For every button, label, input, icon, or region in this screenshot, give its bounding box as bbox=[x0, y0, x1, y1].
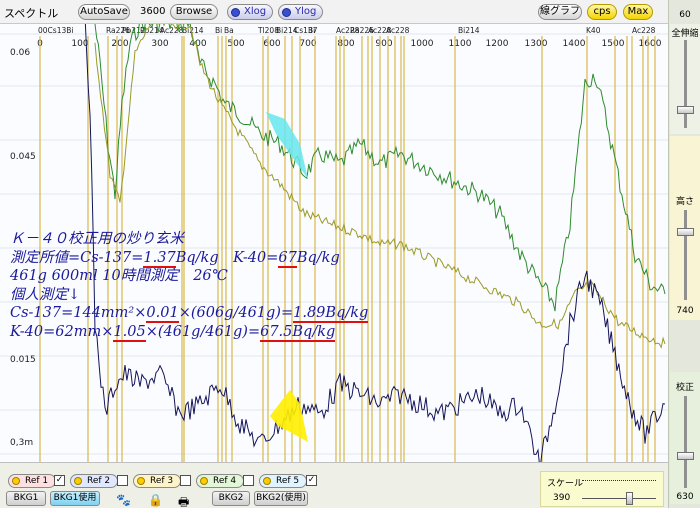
line-graph-button[interactable]: 線グラフ bbox=[538, 4, 582, 20]
ref-1-checkbox[interactable]: ✓ bbox=[54, 475, 65, 486]
y-tick-label: 0.045 bbox=[10, 152, 36, 162]
xlog-label: Xlog bbox=[244, 6, 267, 17]
scale-label: スケール bbox=[547, 479, 584, 489]
zoom-block: 全伸縮 bbox=[670, 24, 700, 134]
x-tick-label: 1100 bbox=[449, 39, 472, 49]
calib-slider[interactable] bbox=[677, 452, 694, 460]
nuclide-label: Bi214 bbox=[458, 26, 480, 35]
radio-icon bbox=[137, 477, 145, 485]
x-tick-label: 700 bbox=[299, 39, 316, 49]
toolbar: スペクトル AutoSave 3600 Browse Xlog Ylog 線グラ… bbox=[0, 0, 700, 24]
x-tick-label: 400 bbox=[189, 39, 206, 49]
x-tick-label: 1200 bbox=[486, 39, 509, 49]
calib-track[interactable] bbox=[684, 396, 687, 488]
y-tick-label: 0.015 bbox=[10, 355, 36, 365]
x-tick-label: 600 bbox=[263, 39, 280, 49]
y-tick-label: 0.06 bbox=[10, 48, 30, 58]
ref-4-button[interactable]: Ref 4 bbox=[196, 474, 245, 488]
annotation-line-6: K-40=62mm×1.05×(461g/461g)=67.5Bq/kg bbox=[10, 323, 336, 342]
scale-slider[interactable] bbox=[626, 492, 633, 505]
height-block: 高さ 740 bbox=[670, 136, 700, 320]
annotation-text: Ｋ－４０校正用の炒り玄米 測定所値=Cs-137=1.37Bq/kg K-40=… bbox=[10, 230, 480, 342]
x-tick-label: 500 bbox=[227, 39, 244, 49]
x-tick-label: 200 bbox=[111, 39, 128, 49]
height-slider[interactable] bbox=[677, 228, 694, 236]
top-value: 60 bbox=[679, 10, 691, 20]
nuclide-label: Ac228 bbox=[386, 26, 410, 35]
y-tick-label: 0,3m bbox=[10, 438, 33, 448]
ref-3-checkbox[interactable] bbox=[180, 475, 191, 486]
app-title: スペクトル bbox=[4, 7, 59, 20]
nuclide-label: Bi bbox=[215, 26, 222, 35]
annotation-line-3: 461g 600ml 10時間測定 26℃ bbox=[10, 268, 228, 284]
nuclide-label: Bi bbox=[308, 26, 315, 35]
scale-value: 390 bbox=[553, 493, 571, 503]
ref-2-button[interactable]: Ref 2 bbox=[70, 474, 119, 488]
max-button[interactable]: Max bbox=[623, 4, 653, 20]
paw-icon[interactable]: 🐾 bbox=[116, 493, 131, 507]
measurement-count: 3600 bbox=[140, 6, 166, 17]
height-value: 740 bbox=[676, 306, 694, 316]
annotation-line-4: 個人測定↓ bbox=[10, 286, 81, 303]
side-panel: 60 全伸縮 高さ 740 校正 630 bbox=[668, 0, 700, 508]
radio-icon bbox=[263, 477, 271, 485]
scale-track[interactable] bbox=[582, 498, 656, 499]
zoom-slider[interactable] bbox=[677, 106, 694, 114]
radio-icon bbox=[231, 8, 240, 17]
ref-2-checkbox[interactable] bbox=[117, 475, 128, 486]
nuclide-label: Ac228 bbox=[632, 26, 656, 35]
bottom-panel: Ref 1 ✓ Ref 2 Ref 3 Ref 4 Ref 5 ✓ BKG1 B… bbox=[0, 462, 668, 508]
ref-3-button[interactable]: Ref 3 bbox=[133, 474, 182, 488]
annotation-line-2: 測定所値=Cs-137=1.37Bq/kg K-40=67Bq/kg bbox=[10, 249, 340, 268]
ylog-label: Ylog bbox=[295, 6, 317, 17]
zoom-track[interactable] bbox=[684, 40, 687, 128]
ref-4-checkbox[interactable] bbox=[243, 475, 254, 486]
radio-icon bbox=[74, 477, 82, 485]
ref-5-checkbox[interactable]: ✓ bbox=[306, 475, 317, 486]
bkg2-use-button[interactable]: BKG2(使用) bbox=[254, 491, 308, 506]
browse-button[interactable]: Browse bbox=[170, 4, 218, 20]
x-tick-label: 1600 bbox=[639, 39, 662, 49]
ref-1-button[interactable]: Ref 1 bbox=[8, 474, 57, 488]
radio-icon bbox=[282, 8, 291, 17]
x-tick-label: 900 bbox=[375, 39, 392, 49]
ref-5-button[interactable]: Ref 5 bbox=[259, 474, 308, 488]
nuclide-label: Ac228 bbox=[160, 26, 184, 35]
calib-block: 校正 630 bbox=[670, 372, 700, 504]
zoom-label: 全伸縮 bbox=[671, 29, 699, 39]
nuclide-label: 00Cs13Bi bbox=[38, 26, 73, 35]
bkg1-button[interactable]: BKG1 bbox=[6, 491, 46, 506]
x-tick-label: 1500 bbox=[602, 39, 625, 49]
bkg1-use-button[interactable]: BKG1使用 bbox=[50, 491, 100, 506]
calib-label: 校正 bbox=[675, 383, 694, 393]
print-icon[interactable]: 🖶 bbox=[178, 493, 189, 508]
calib-value: 630 bbox=[676, 492, 694, 502]
annotation-line-1: Ｋ－４０校正用の炒り玄米 bbox=[10, 231, 184, 247]
xlog-toggle[interactable]: Xlog bbox=[227, 4, 274, 20]
ylog-toggle[interactable]: Ylog bbox=[278, 4, 324, 20]
height-track[interactable] bbox=[684, 210, 687, 300]
nuclide-label: Ba bbox=[224, 26, 234, 35]
autosave-button[interactable]: AutoSave bbox=[78, 4, 130, 20]
x-tick-label: 1000 bbox=[411, 39, 434, 49]
x-tick-label: 1400 bbox=[563, 39, 586, 49]
scale-track-top bbox=[582, 480, 656, 481]
x-tick-label: 1300 bbox=[525, 39, 548, 49]
x-tick-label: 300 bbox=[151, 39, 168, 49]
radio-icon bbox=[12, 477, 20, 485]
radio-icon bbox=[200, 477, 208, 485]
nuclide-label: K40 bbox=[586, 26, 601, 35]
annotation-line-5: Cs-137=144mm²×0.01×(606g/461g)=1.89Bq/kg bbox=[10, 305, 369, 323]
bkg2-button[interactable]: BKG2 bbox=[212, 491, 250, 506]
height-label: 高さ bbox=[675, 197, 694, 207]
lock-icon[interactable]: 🔒 bbox=[148, 493, 163, 507]
nuclide-label: Bi214 bbox=[182, 26, 204, 35]
cps-button[interactable]: cps bbox=[587, 4, 617, 20]
